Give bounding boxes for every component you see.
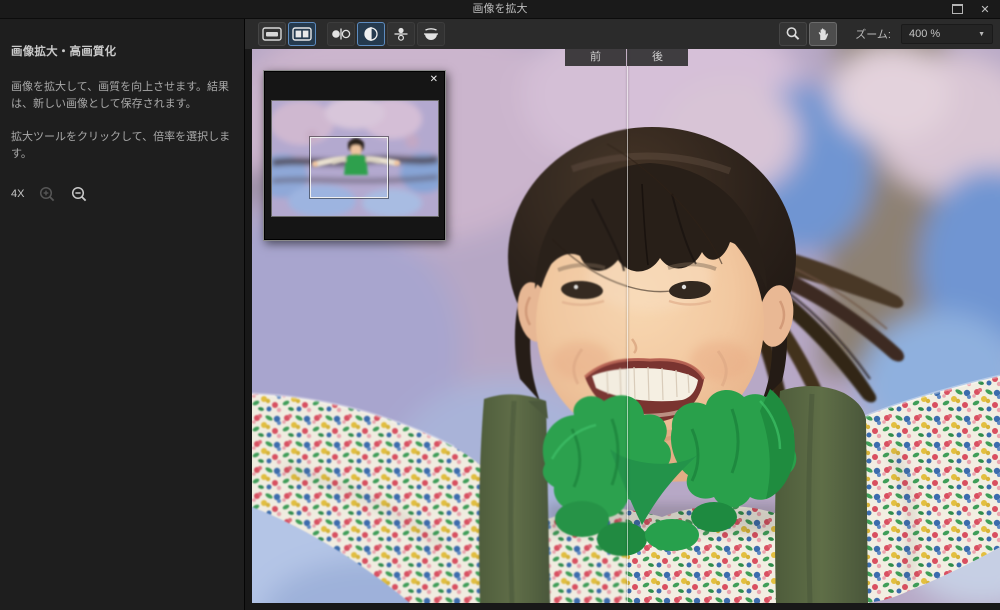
zoom-factor-label: 4X	[11, 188, 25, 201]
sidebar-heading: 画像拡大・高画質化	[11, 46, 117, 58]
compare-split-lr-icon	[364, 27, 378, 41]
zoom-factor-row: 4X	[11, 185, 232, 203]
before-label: 前	[565, 49, 626, 66]
split-view-button[interactable]	[288, 22, 316, 46]
compare-split-tb-overlay-button[interactable]	[417, 22, 445, 46]
after-label: 後	[627, 49, 688, 66]
magnifier-icon	[786, 27, 800, 40]
compare-side-by-side-button[interactable]	[327, 22, 355, 46]
window-controls: ✕	[950, 0, 992, 18]
window-title: 画像を拡大	[472, 3, 528, 15]
image-canvas: 前 後 ✕	[245, 49, 1000, 610]
maximize-button[interactable]	[950, 2, 964, 16]
split-view-icon	[292, 27, 312, 41]
single-view-button[interactable]	[258, 22, 286, 46]
navigator-close-button[interactable]: ✕	[430, 75, 438, 85]
compare-split-lr-button[interactable]	[357, 22, 385, 46]
view-mode-group	[258, 22, 316, 46]
pan-tool-button[interactable]	[809, 22, 838, 46]
sidebar: 画像拡大・高画質化 画像を拡大して、画質を向上させます。結果は、新しい画像として…	[0, 19, 245, 610]
zoom-control: ズーム: 400 % ▼	[855, 24, 993, 44]
content-area: ズーム: 400 % ▼ 前 後 ✕	[245, 19, 1000, 610]
zoom-out-icon	[71, 186, 87, 201]
zoom-in-icon	[39, 186, 55, 201]
app-window: 画像を拡大 ✕ 画像拡大・高画質化 画像を拡大して、画質を向上させます。結果は、…	[0, 0, 1000, 610]
navigator-panel: ✕	[263, 70, 446, 241]
zoom-value: 400 %	[909, 28, 941, 40]
compare-split-tb-overlay-icon	[424, 28, 438, 40]
canvas-toolbar: ズーム: 400 % ▼	[245, 19, 1000, 49]
maximize-icon	[951, 4, 963, 14]
zoom-dropdown[interactable]: 400 % ▼	[901, 24, 993, 44]
navigator-thumbnail[interactable]	[271, 100, 439, 217]
zoom-tool-button[interactable]	[779, 22, 808, 46]
zoom-in-button[interactable]	[38, 185, 56, 203]
close-button[interactable]: ✕	[978, 2, 992, 16]
compare-side-by-side-icon	[332, 28, 351, 40]
titlebar: 画像を拡大 ✕	[0, 0, 1000, 19]
tool-group	[779, 22, 838, 46]
compare-split-line[interactable]	[627, 49, 628, 603]
sidebar-description: 画像を拡大して、画質を向上させます。結果は、新しい画像として保存されます。	[11, 81, 230, 111]
compare-split-tb-button[interactable]	[387, 22, 415, 46]
single-view-icon	[262, 27, 282, 41]
zoom-out-button[interactable]	[70, 185, 88, 203]
sidebar-instruction: 拡大ツールをクリックして、倍率を選択します。	[11, 131, 231, 161]
compare-mode-group	[327, 22, 445, 46]
compare-split-tb-icon	[394, 27, 408, 41]
chevron-down-icon: ▼	[978, 30, 985, 38]
before-after-labels: 前 後	[565, 49, 688, 66]
zoom-label: ズーム:	[855, 29, 891, 41]
photo-viewport[interactable]: 前 後 ✕	[252, 49, 1000, 603]
navigator-viewport-rect[interactable]	[310, 137, 388, 198]
hand-icon	[819, 28, 829, 40]
